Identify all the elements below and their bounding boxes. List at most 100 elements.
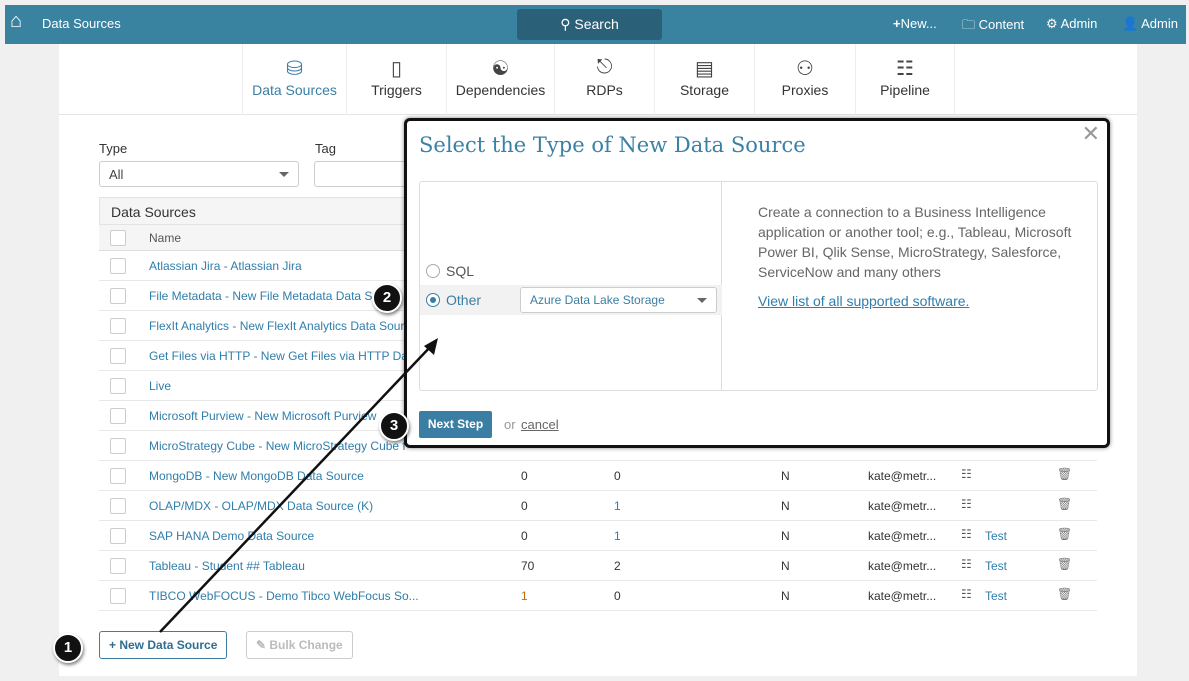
data-source-name-link[interactable]: MicroStrategy Cube - New MicroStrategy C… bbox=[149, 439, 406, 453]
table-row: OLAP/MDX - OLAP/MDX Data Source (K) 0 1 Nka… bbox=[99, 491, 1097, 521]
or-text: or bbox=[504, 417, 516, 432]
row-checkbox[interactable] bbox=[110, 498, 126, 514]
other-radio[interactable] bbox=[426, 293, 440, 307]
data-source-name-link[interactable]: SAP HANA Demo Data Source bbox=[149, 529, 314, 543]
cancel-link[interactable]: cancel bbox=[521, 417, 559, 432]
nav-data-sources[interactable]: ⛁ Data Sources bbox=[242, 44, 346, 115]
other-type-select[interactable]: Azure Data Lake Storage bbox=[520, 287, 717, 313]
next-step-button[interactable]: Next Step bbox=[419, 411, 492, 438]
trash-icon[interactable]: 🗑 bbox=[1057, 587, 1072, 601]
step-badge-2: 2 bbox=[372, 283, 402, 313]
row-checkbox[interactable] bbox=[110, 258, 126, 274]
row-checkbox[interactable] bbox=[110, 528, 126, 544]
sql-radio[interactable] bbox=[426, 264, 440, 278]
row-checkbox[interactable] bbox=[110, 348, 126, 364]
app-title: Data Sources bbox=[42, 16, 121, 31]
close-icon[interactable]: ✕ bbox=[1082, 121, 1100, 147]
nav-storage[interactable]: ▤ Storage bbox=[654, 44, 754, 115]
search-icon: ⚲ bbox=[560, 16, 571, 32]
row-checkbox[interactable] bbox=[110, 468, 126, 484]
sql-label: SQL bbox=[446, 263, 475, 279]
row-checkbox[interactable] bbox=[110, 408, 126, 424]
trash-icon[interactable]: 🗑 bbox=[1057, 467, 1072, 481]
user-icon: 👤 bbox=[1122, 16, 1139, 31]
new-data-source-button[interactable]: + New Data Source bbox=[99, 631, 228, 659]
type-options: SQL Other Azure Data Lake Storage Create… bbox=[419, 181, 1098, 391]
owner: kate@metr... bbox=[868, 469, 937, 483]
hierarchy-icon[interactable]: ☷ bbox=[961, 527, 972, 541]
data-source-name-link[interactable]: Live bbox=[149, 379, 171, 393]
chevron-down-icon bbox=[279, 172, 289, 177]
proxy-icon: ⚇ bbox=[796, 58, 814, 80]
search-button[interactable]: ⚲ Search bbox=[517, 9, 662, 40]
admin-menu[interactable]: ⚙ Admin bbox=[1046, 16, 1097, 32]
type-select[interactable]: All bbox=[99, 161, 299, 187]
test-link[interactable]: Test bbox=[985, 589, 1007, 603]
new-menu[interactable]: +New... bbox=[893, 16, 937, 31]
data-source-name-link[interactable]: FlexIt Analytics - New FlexIt Analytics … bbox=[149, 319, 404, 333]
nav-rdps[interactable]: ⎋ RDPs bbox=[554, 44, 654, 115]
owner: kate@metr... bbox=[868, 589, 937, 603]
trash-icon[interactable]: 🗑 bbox=[1057, 497, 1072, 511]
top-bar: ⌂ Data Sources ⚲ Search +New... 🗀 Conten… bbox=[5, 5, 1186, 44]
data-source-name-link[interactable]: Microsoft Purview - New Microsoft Purvie… bbox=[149, 409, 376, 423]
content-menu[interactable]: 🗀 Content bbox=[962, 16, 1024, 38]
owner: kate@metr... bbox=[868, 559, 937, 573]
nav-proxies[interactable]: ⚇ Proxies bbox=[754, 44, 855, 115]
row-checkbox[interactable] bbox=[110, 558, 126, 574]
test-link[interactable]: Test bbox=[985, 529, 1007, 543]
section-nav: ⛁ Data Sources ▯ Triggers ☯ Dependencies ⎋ R… bbox=[59, 44, 1137, 115]
database-icon: ⛁ bbox=[286, 58, 303, 80]
supported-software-link[interactable]: View list of all supported software. bbox=[758, 291, 969, 311]
table-row: Tableau - Student ## Tableau 70 2 Nkate@met… bbox=[99, 551, 1097, 581]
hierarchy-icon[interactable]: ☷ bbox=[961, 587, 972, 601]
nav-pipeline[interactable]: ☷ Pipeline bbox=[855, 44, 955, 115]
user-menu[interactable]: 👤 Admin bbox=[1122, 16, 1178, 32]
rdp-icon: ⎋ bbox=[596, 56, 613, 78]
col-2-value: 1 bbox=[614, 529, 621, 543]
trash-icon[interactable]: 🗑 bbox=[1057, 557, 1072, 571]
step-badge-1: 1 bbox=[53, 633, 83, 663]
table-row: MongoDB - New MongoDB Data Source 0 0 Nkate… bbox=[99, 461, 1097, 491]
data-source-name-link[interactable]: Get Files via HTTP - New Get Files via H… bbox=[149, 349, 408, 363]
row-checkbox[interactable] bbox=[110, 438, 126, 454]
trash-icon[interactable]: 🗑 bbox=[1057, 527, 1072, 541]
row-checkbox[interactable] bbox=[110, 318, 126, 334]
nav-dependencies[interactable]: ☯ Dependencies bbox=[446, 44, 554, 115]
row-checkbox[interactable] bbox=[110, 378, 126, 394]
col-2-value: 0 bbox=[614, 589, 621, 603]
col-1-value: 0 bbox=[521, 469, 528, 483]
data-source-name-link[interactable]: OLAP/MDX - OLAP/MDX Data Source (K) bbox=[149, 499, 373, 513]
other-label: Other bbox=[446, 292, 482, 308]
bulk-change-button[interactable]: ✎ Bulk Change bbox=[246, 631, 353, 659]
select-all-checkbox[interactable] bbox=[110, 230, 126, 246]
col-3-value: N bbox=[781, 559, 790, 573]
storage-icon: ▤ bbox=[695, 58, 714, 80]
hierarchy-icon[interactable]: ☷ bbox=[961, 557, 972, 571]
step-badge-3: 3 bbox=[379, 411, 409, 441]
col-3-value: N bbox=[781, 499, 790, 513]
new-data-source-dialog: Select the Type of New Data Source ✕ SQL… bbox=[404, 118, 1110, 448]
col-3-value: N bbox=[781, 589, 790, 603]
row-checkbox[interactable] bbox=[110, 588, 126, 604]
col-1-value: 0 bbox=[521, 529, 528, 543]
dependencies-icon: ☯ bbox=[491, 58, 510, 80]
table-row: TIBCO WebFOCUS - Demo Tibco WebFocus So.… bbox=[99, 581, 1097, 611]
hierarchy-icon[interactable]: ☷ bbox=[961, 467, 972, 481]
home-icon[interactable]: ⌂ bbox=[10, 10, 22, 33]
nav-triggers[interactable]: ▯ Triggers bbox=[346, 44, 446, 115]
data-source-name-link[interactable]: MongoDB - New MongoDB Data Source bbox=[149, 469, 364, 483]
gear-icon: ⚙ bbox=[1046, 16, 1058, 31]
data-source-name-link[interactable]: File Metadata - New File Metadata Data S bbox=[149, 289, 372, 303]
data-source-name-link[interactable]: TIBCO WebFOCUS - Demo Tibco WebFocus So.… bbox=[149, 589, 419, 603]
test-link[interactable]: Test bbox=[985, 559, 1007, 573]
row-checkbox[interactable] bbox=[110, 288, 126, 304]
col-3-value: N bbox=[781, 469, 790, 483]
data-source-name-link[interactable]: Atlassian Jira - Atlassian Jira bbox=[149, 259, 302, 273]
owner: kate@metr... bbox=[868, 499, 937, 513]
type-label: Type bbox=[99, 141, 128, 156]
col-2-value: 0 bbox=[614, 469, 621, 483]
hierarchy-icon[interactable]: ☷ bbox=[961, 497, 972, 511]
data-source-name-link[interactable]: Tableau - Student ## Tableau bbox=[149, 559, 305, 573]
col-1-value: 1 bbox=[521, 589, 528, 603]
